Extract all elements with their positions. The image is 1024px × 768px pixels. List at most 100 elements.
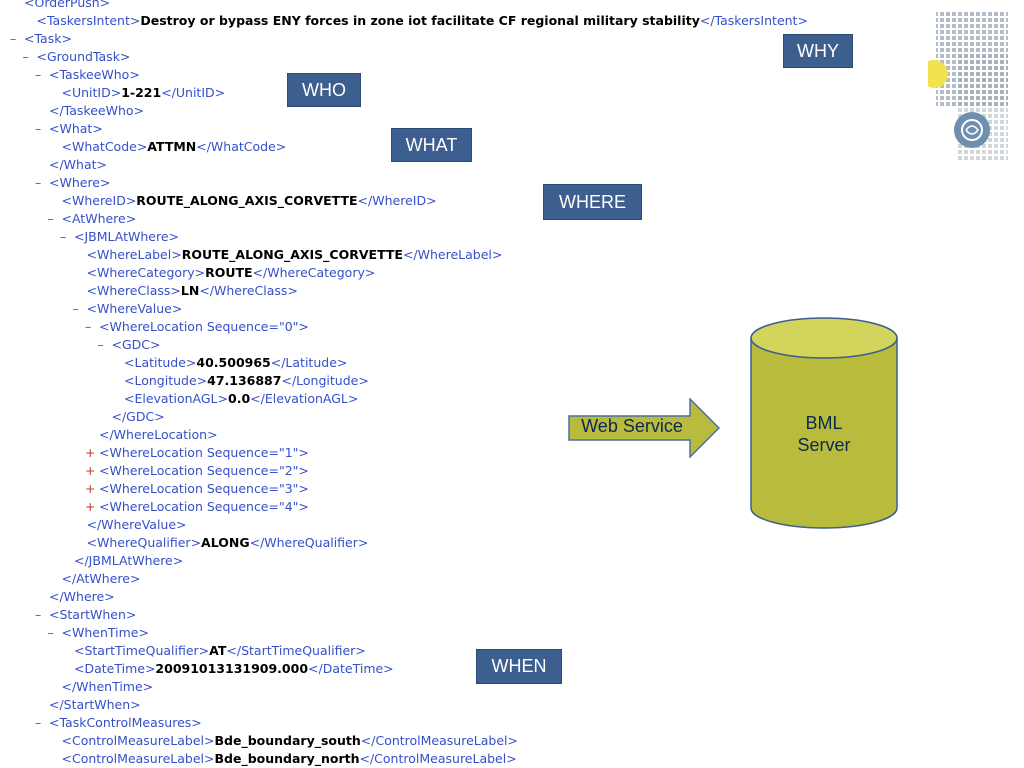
- xml-value: ROUTE_ALONG_AXIS_CORVETTE: [136, 193, 358, 208]
- xml-line: <WhereCategory>ROUTE</WhereCategory>: [73, 264, 376, 282]
- decorative-logo-graphic: [928, 12, 1008, 162]
- xml-open-tag: <Task>: [24, 31, 72, 46]
- collapse-toggle[interactable]: –: [35, 66, 49, 84]
- xml-value: ATTMN: [147, 139, 197, 154]
- xml-line: – <JBMLAtWhere>: [60, 228, 179, 246]
- xml-open-tag: <WhereID>: [61, 193, 137, 208]
- xml-open-tag: <WhatCode>: [61, 139, 148, 154]
- xml-line: + <WhereLocation Sequence="3">: [85, 480, 309, 498]
- when-label: WHEN: [476, 649, 562, 684]
- xml-open-tag: <GroundTask>: [36, 49, 131, 64]
- xml-open-tag: </Where>: [49, 589, 115, 604]
- xml-line: + <WhereLocation Sequence="4">: [85, 498, 309, 516]
- xml-close-tag: </ControlMeasureLabel>: [359, 751, 517, 766]
- xml-value: ROUTE_ALONG_AXIS_CORVETTE: [181, 247, 403, 262]
- xml-line: – <WhereValue>: [73, 300, 183, 318]
- xml-open-tag: <Latitude>: [124, 355, 197, 370]
- where-label: WHERE: [543, 184, 642, 220]
- xml-value: ALONG: [201, 535, 250, 550]
- xml-close-tag: </DateTime>: [308, 661, 394, 676]
- xml-open-tag: <OrderPush>: [24, 0, 111, 10]
- xml-open-tag: <WhenTime>: [61, 625, 149, 640]
- xml-open-tag: <WhereLocation Sequence="4">: [99, 499, 309, 514]
- xml-open-tag: <TaskControlMeasures>: [49, 715, 202, 730]
- who-label: WHO: [287, 73, 361, 107]
- expand-toggle[interactable]: +: [85, 498, 99, 516]
- xml-line: – <StartWhen>: [35, 606, 136, 624]
- xml-line: – <What>: [35, 120, 103, 138]
- xml-open-tag: <TaskeeWho>: [49, 67, 140, 82]
- xml-line: <WhereLabel>ROUTE_ALONG_AXIS_CORVETTE</W…: [73, 246, 503, 264]
- xml-close-tag: </WhatCode>: [196, 139, 287, 154]
- why-label: WHY: [783, 34, 853, 68]
- xml-open-tag: <Longitude>: [124, 373, 208, 388]
- collapse-toggle[interactable]: –: [35, 606, 49, 624]
- xml-line: <WhereQualifier>ALONG</WhereQualifier>: [73, 534, 369, 552]
- xml-line: </JBMLAtWhere>: [60, 552, 183, 570]
- xml-close-tag: </WhereQualifier>: [249, 535, 369, 550]
- xml-value: Bde_boundary_south: [214, 733, 361, 748]
- xml-open-tag: <WhereLocation Sequence="1">: [99, 445, 309, 460]
- xml-line: <TaskersIntent>Destroy or bypass ENY for…: [23, 12, 808, 30]
- what-label: WHAT: [391, 128, 472, 162]
- xml-close-tag: </StartTimeQualifier>: [226, 643, 366, 658]
- bml-server-line1: BML: [805, 413, 843, 433]
- xml-open-tag: </StartWhen>: [49, 697, 141, 712]
- expand-toggle[interactable]: +: [85, 444, 99, 462]
- xml-open-tag: <WhereClass>: [86, 283, 181, 298]
- xml-close-tag: </TaskersIntent>: [699, 13, 808, 28]
- collapse-toggle[interactable]: –: [35, 714, 49, 732]
- xml-open-tag: <ControlMeasureLabel>: [61, 733, 215, 748]
- xml-open-tag: <StartWhen>: [49, 607, 137, 622]
- xml-open-tag: </WhereLocation>: [99, 427, 218, 442]
- collapse-toggle[interactable]: –: [73, 300, 87, 318]
- xml-line: </What>: [35, 156, 107, 174]
- xml-close-tag: </Longitude>: [281, 373, 369, 388]
- xml-open-tag: <WhereLabel>: [86, 247, 182, 262]
- xml-line: </AtWhere>: [48, 570, 141, 588]
- xml-line: </WhereLocation>: [85, 426, 218, 444]
- xml-value: 47.136887: [207, 373, 282, 388]
- collapse-toggle[interactable]: –: [48, 210, 62, 228]
- expand-toggle[interactable]: +: [85, 480, 99, 498]
- xml-line: <ControlMeasureLabel>Bde_boundary_north<…: [48, 750, 517, 768]
- collapse-toggle[interactable]: –: [48, 624, 62, 642]
- collapse-toggle[interactable]: –: [35, 120, 49, 138]
- xml-open-tag: </WhereValue>: [86, 517, 187, 532]
- xml-line: </WhereValue>: [73, 516, 187, 534]
- xml-line: <WhereID>ROUTE_ALONG_AXIS_CORVETTE</Wher…: [48, 192, 437, 210]
- xml-line: <Latitude>40.500965</Latitude>: [110, 354, 347, 372]
- expand-toggle[interactable]: +: [85, 462, 99, 480]
- xml-open-tag: </GDC>: [111, 409, 165, 424]
- xml-open-tag: </TaskeeWho>: [49, 103, 145, 118]
- collapse-toggle[interactable]: –: [98, 336, 112, 354]
- xml-open-tag: <WhereLocation Sequence="0">: [99, 319, 309, 334]
- collapse-toggle[interactable]: –: [60, 228, 74, 246]
- xml-open-tag: </JBMLAtWhere>: [74, 553, 184, 568]
- xml-open-tag: <WhereLocation Sequence="2">: [99, 463, 309, 478]
- xml-close-tag: </WhereClass>: [199, 283, 298, 298]
- xml-line: <StartTimeQualifier>AT</StartTimeQualifi…: [60, 642, 366, 660]
- xml-close-tag: </WhereID>: [357, 193, 437, 208]
- xml-close-tag: </WhereCategory>: [252, 265, 376, 280]
- xml-open-tag: </WhenTime>: [61, 679, 154, 694]
- xml-line: </WhenTime>: [48, 678, 154, 696]
- xml-open-tag: <WhereQualifier>: [86, 535, 202, 550]
- xml-line: – <WhenTime>: [48, 624, 149, 642]
- xml-line: <OrderPush>: [10, 0, 110, 12]
- collapse-toggle[interactable]: –: [23, 48, 37, 66]
- xml-close-tag: </ElevationAGL>: [250, 391, 359, 406]
- collapse-toggle[interactable]: –: [35, 174, 49, 192]
- xml-open-tag: <AtWhere>: [61, 211, 137, 226]
- xml-line: <Longitude>47.136887</Longitude>: [110, 372, 369, 390]
- xml-line: – <WhereLocation Sequence="0">: [85, 318, 309, 336]
- xml-line: </StartWhen>: [35, 696, 141, 714]
- bml-server-line2: Server: [797, 435, 851, 455]
- collapse-toggle[interactable]: –: [10, 30, 24, 48]
- collapse-toggle[interactable]: –: [85, 318, 99, 336]
- xml-value: 0.0: [228, 391, 251, 406]
- xml-open-tag: </What>: [49, 157, 108, 172]
- bml-server-label: BML Server: [752, 412, 896, 456]
- xml-open-tag: <WhereValue>: [86, 301, 183, 316]
- xml-close-tag: </Latitude>: [270, 355, 348, 370]
